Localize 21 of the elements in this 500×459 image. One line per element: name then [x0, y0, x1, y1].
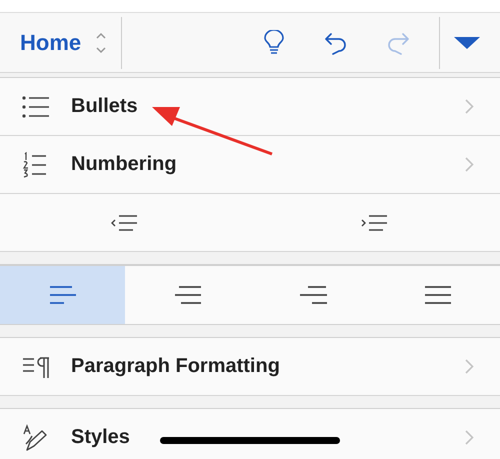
- lightbulb-icon[interactable]: [263, 30, 285, 56]
- text-align-icon: [174, 285, 202, 305]
- chevron-right-icon: [465, 430, 474, 445]
- decrease-indent-icon: [111, 214, 139, 232]
- menu-label: Bullets: [71, 95, 138, 118]
- paragraph-mark-icon: [22, 354, 50, 378]
- chevron-right-icon: [465, 157, 474, 172]
- text-align-icon: [424, 285, 452, 305]
- up-down-chevron-icon[interactable]: [95, 32, 108, 54]
- dropdown-triangle-icon[interactable]: [454, 36, 480, 50]
- chevron-right-icon: [465, 359, 474, 374]
- chevron-right-icon: [465, 99, 474, 114]
- increase-indent-icon: [361, 214, 389, 232]
- text-align-icon: [48, 285, 76, 305]
- menu-label: Paragraph Formatting: [71, 355, 280, 378]
- menu-label: Numbering: [71, 153, 177, 176]
- bulleted-list-icon: [22, 96, 50, 118]
- undo-icon[interactable]: [323, 30, 349, 54]
- tab-switcher[interactable]: Home: [20, 30, 82, 56]
- text-align-icon: [298, 285, 326, 305]
- menu-label: Styles: [71, 426, 130, 449]
